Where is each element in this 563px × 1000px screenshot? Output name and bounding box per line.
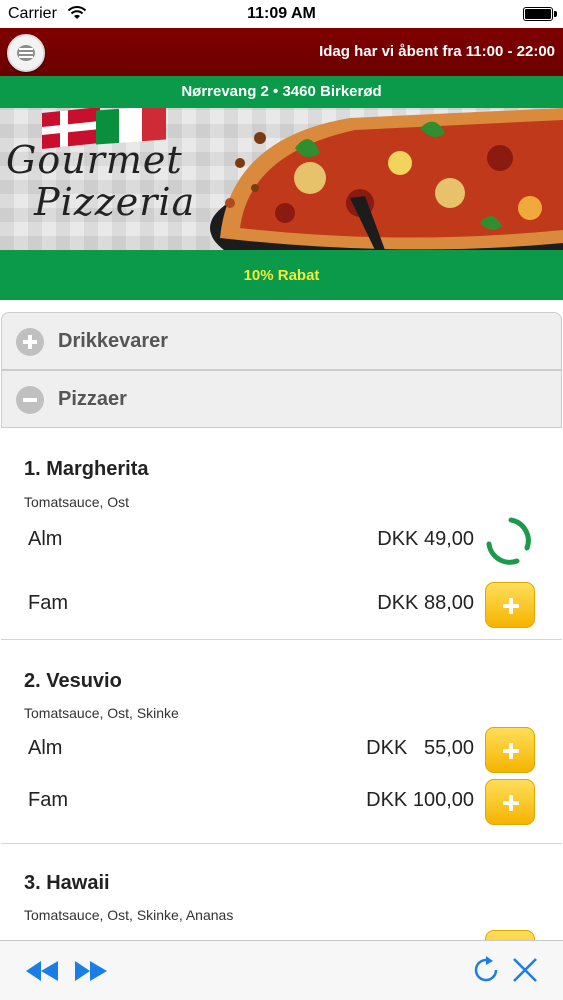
- plus-circle-icon: [16, 328, 44, 356]
- add-to-cart-button[interactable]: [485, 779, 535, 825]
- logo-text-line2: Pizzeria: [34, 180, 196, 224]
- size-label: Fam: [28, 592, 68, 614]
- refresh-icon[interactable]: [471, 955, 501, 985]
- pizza-image: [210, 108, 563, 250]
- item-title: 3. Hawaii: [24, 872, 110, 894]
- price-label: DKK 100,00: [366, 789, 474, 811]
- close-icon[interactable]: [512, 957, 538, 983]
- logo-text-line1: Gourmet: [6, 138, 183, 182]
- back-icon[interactable]: [26, 960, 60, 982]
- section-pizzaer[interactable]: Pizzaer: [1, 370, 562, 428]
- price-row: Alm DKK 55,00: [1, 727, 562, 773]
- size-label: Alm: [28, 528, 63, 550]
- loading-spinner-icon: [486, 517, 531, 565]
- forward-icon[interactable]: [73, 960, 107, 982]
- add-to-cart-button[interactable]: [485, 930, 535, 940]
- status-bar: Carrier 11:09 AM: [0, 0, 563, 28]
- battery-icon: [523, 7, 557, 21]
- item-description: Tomatsauce, Ost, Skinke, Ananas: [24, 907, 234, 923]
- price-row: [1, 930, 562, 940]
- item-description: Tomatsauce, Ost: [24, 494, 130, 510]
- section-label: Drikkevarer: [58, 330, 169, 352]
- price-label: DKK 49,00: [377, 528, 474, 550]
- price-row: Fam DKK 100,00: [1, 779, 562, 825]
- minus-circle-icon: [16, 386, 44, 414]
- item-description: Tomatsauce, Ost, Skinke: [24, 705, 179, 721]
- opening-hours: Idag har vi åbent fra 11:00 - 22:00: [319, 43, 555, 60]
- add-to-cart-button[interactable]: [485, 727, 535, 773]
- status-time: 11:09 AM: [247, 5, 316, 22]
- bottom-toolbar: [0, 940, 563, 1000]
- menu-item-hawaii: 3. Hawaii Tomatsauce, Ost, Skinke, Anana…: [1, 844, 562, 940]
- price-label: DKK 88,00: [377, 592, 474, 614]
- discount-banner: 10% Rabat: [0, 250, 563, 300]
- section-drikkevarer[interactable]: Drikkevarer: [1, 312, 562, 370]
- price-row: Alm DKK 49,00: [1, 517, 562, 565]
- address-bar: Nørrevang 2 • 3460 Birkerød: [0, 76, 563, 108]
- add-to-cart-button[interactable]: [485, 582, 535, 628]
- menu-list: Drikkevarer Pizzaer 1. Margherita Tomats…: [0, 312, 563, 940]
- hamburger-icon: [17, 45, 35, 61]
- size-label: Alm: [28, 737, 63, 759]
- menu-button[interactable]: [7, 34, 45, 72]
- banner: Gourmet Pizzeria: [0, 108, 563, 250]
- menu-item-margherita: 1. Margherita Tomatsauce, Ost Alm DKK 49…: [1, 428, 562, 640]
- item-title: 2. Vesuvio: [24, 670, 122, 692]
- menu-item-vesuvio: 2. Vesuvio Tomatsauce, Ost, Skinke Alm D…: [1, 640, 562, 844]
- top-bar: Idag har vi åbent fra 11:00 - 22:00: [0, 28, 563, 76]
- section-label: Pizzaer: [58, 388, 127, 410]
- item-title: 1. Margherita: [24, 458, 149, 480]
- size-label: Fam: [28, 789, 68, 811]
- price-label: DKK 55,00: [366, 737, 474, 759]
- price-row: Fam DKK 88,00: [1, 582, 562, 628]
